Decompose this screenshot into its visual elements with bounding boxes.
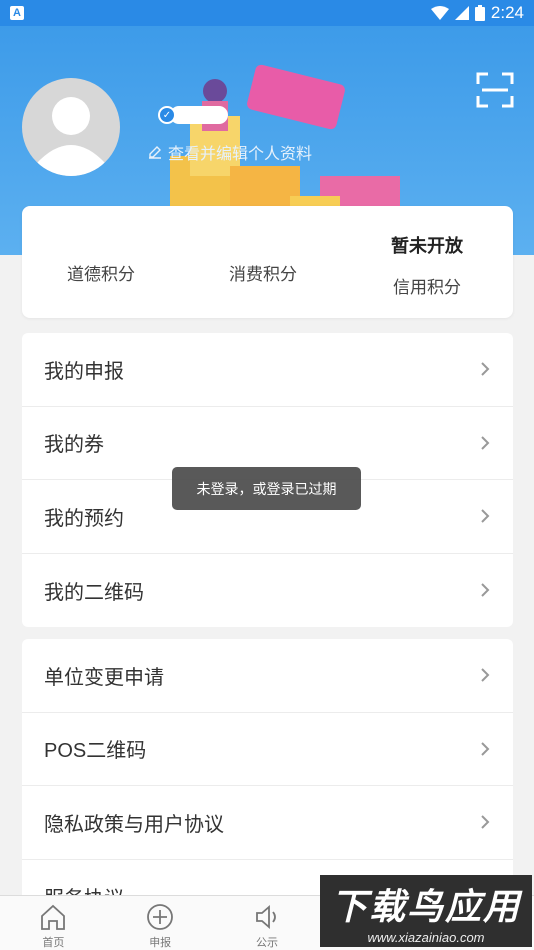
watermark-logo: 下载鸟应用 www.xiazainiao.com [320,875,532,947]
credit-points-label[interactable]: 信用积分 [393,273,461,298]
nav-item-declare[interactable]: 申报 [107,896,214,950]
menu-item-pos-qrcode[interactable]: POS二维码 [22,713,513,786]
pencil-icon [149,146,161,159]
moral-points-label[interactable]: 道德积分 [67,260,135,285]
chevron-right-icon [481,815,490,829]
verified-icon: ✓ [158,106,176,124]
scan-icon[interactable] [476,72,514,108]
user-name-badge: ✓ [158,106,228,124]
menu-item-unit-change[interactable]: 单位变更申请 [22,639,513,713]
menu-item-label: 单位变更申请 [44,666,164,689]
chevron-right-icon [481,436,490,450]
edit-profile-link[interactable]: 查看并编辑个人资料 [148,140,312,164]
battery-icon [474,5,485,21]
menu-item-label: POS二维码 [44,740,147,763]
default-avatar-icon [36,97,106,176]
wifi-icon [430,6,449,20]
watermark-title: 下载鸟应用 [330,885,521,927]
menu-item-my-declarations[interactable]: 我的申报 [22,333,513,407]
chevron-right-icon [481,362,490,376]
menu-item-privacy-policy[interactable]: 隐私政策与用户协议 [22,786,513,860]
consume-points-label[interactable]: 消费积分 [229,260,297,285]
app-notification-icon: A [10,6,24,20]
clock: 2:24 [490,3,524,22]
home-icon [41,904,66,930]
watermark-url: www.xiazainiao.com [367,929,485,945]
chevron-right-icon [481,668,490,682]
nav-item-label: 公示 [255,937,278,949]
menu-item-label: 我的券 [44,434,104,457]
avatar[interactable] [22,78,120,176]
nav-item-announce[interactable]: 公示 [214,896,321,950]
menu-item-label: 隐私政策与用户协议 [44,813,224,836]
nav-item-label: 申报 [149,937,172,949]
menu-item-my-qrcode[interactable]: 我的二维码 [22,554,513,628]
menu-item-label: 我的预约 [44,507,124,530]
menu-item-label: 我的申报 [44,360,124,383]
edit-profile-label: 查看并编辑个人资料 [168,146,313,163]
signal-icon [454,6,469,20]
nav-item-home[interactable]: 首页 [0,896,107,950]
chevron-right-icon [481,742,490,756]
chevron-right-icon [481,583,490,597]
nav-item-label: 首页 [42,937,65,949]
login-expired-toast: 未登录，或登录已过期 [172,467,361,510]
menu-item-label: 我的二维码 [44,581,144,604]
user-name-placeholder [170,106,228,124]
points-card: 道德积分 消费积分 暂未开放 信用积分 [22,206,513,318]
plus-circle-icon [147,904,174,930]
status-bar: A 2:24 [0,0,534,26]
speaker-icon [256,905,276,929]
chevron-right-icon [481,509,490,523]
credit-points-status: 暂未开放 [391,236,463,256]
